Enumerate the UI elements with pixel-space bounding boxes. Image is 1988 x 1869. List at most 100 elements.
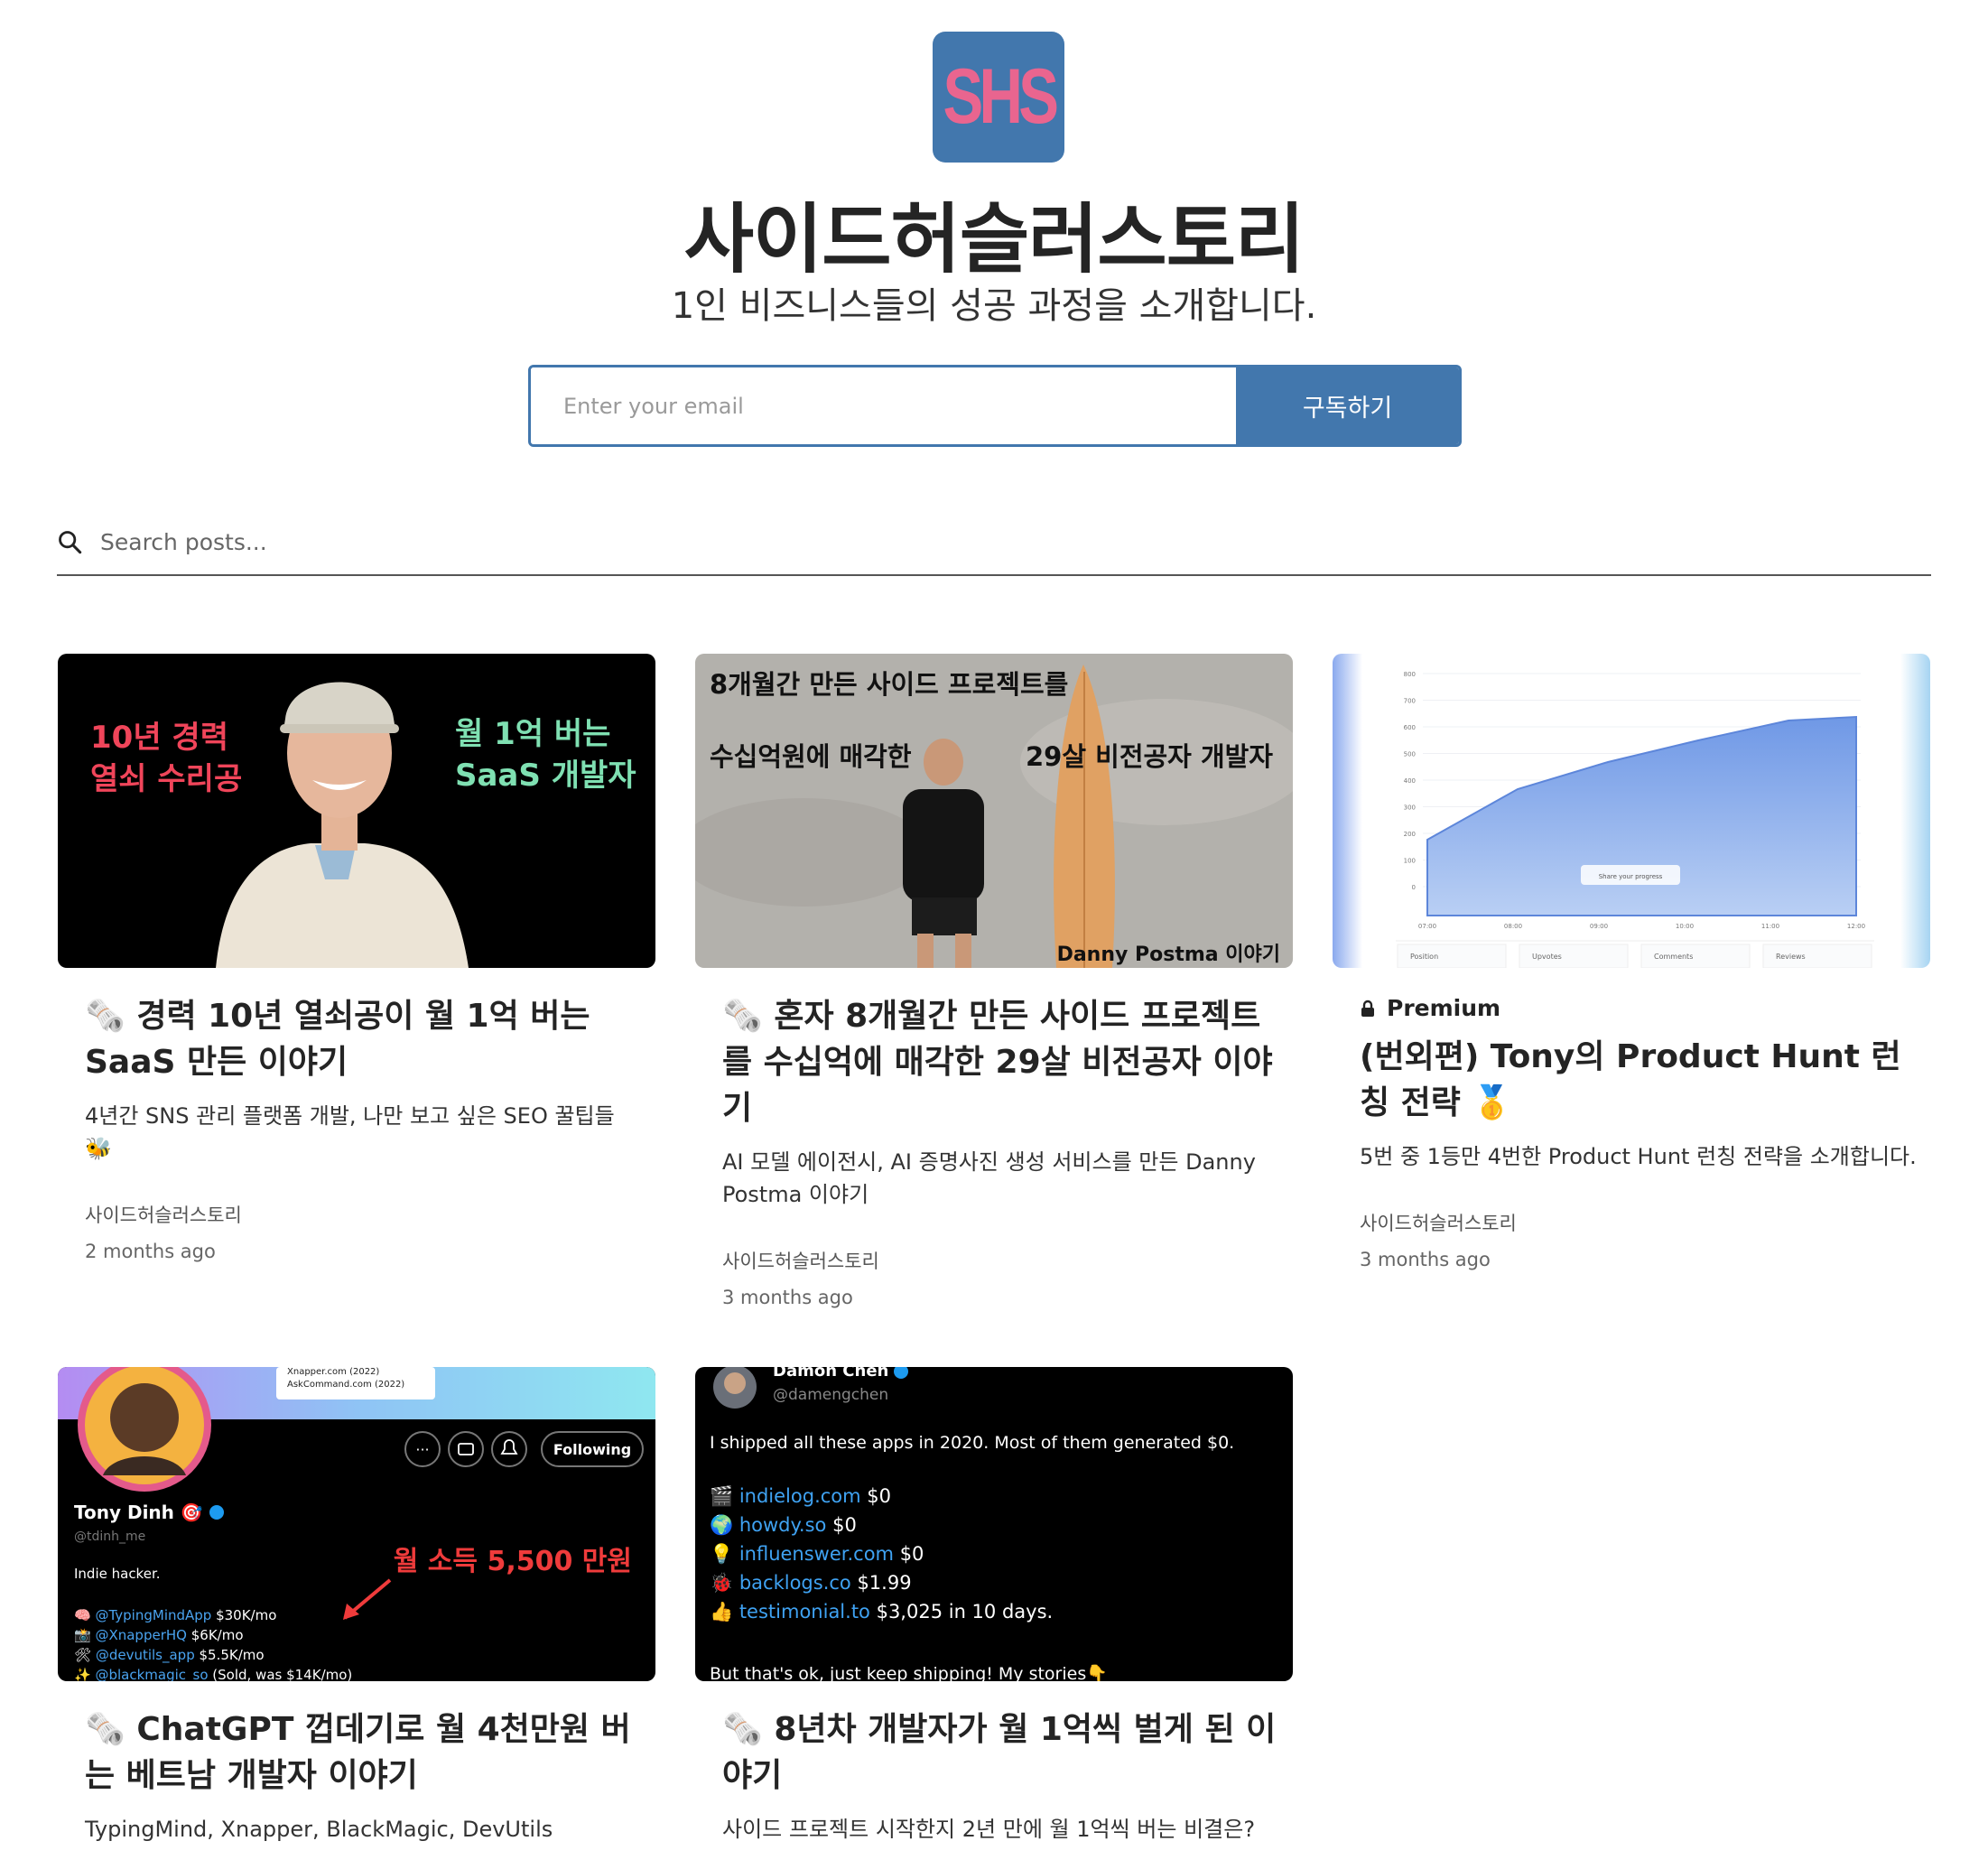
thumb-top-text: 8개월간 만든 사이드 프로젝트를: [710, 669, 1068, 700]
premium-badge: Premium: [1360, 995, 1930, 1021]
chart-y-tick: 0: [1412, 884, 1416, 891]
tweet-author-handle: @damengchen: [773, 1386, 888, 1404]
chart-y-tick: 500: [1404, 751, 1416, 758]
post-time: 2 months ago: [85, 1241, 216, 1262]
post-author[interactable]: 사이드허슬러스토리: [722, 1247, 1293, 1274]
income-value: (Sold, was $14K/mo): [212, 1667, 352, 1681]
site-title: 사이드허슬러스토리: [683, 195, 1305, 284]
thumbnail-image-tweet: Damon Chen @damengchen I shipped all the…: [695, 1367, 1293, 1681]
app-line: 🎬 indielog.com $0: [710, 1484, 891, 1507]
app-value: $0: [900, 1543, 924, 1565]
thumbnail-image-surfboard: 8개월간 만든 사이드 프로젝트를 수십억원에 매각한 29살 비전공자 개발자…: [695, 654, 1293, 968]
income-handle: @blackmagic_so: [95, 1667, 212, 1681]
post-title[interactable]: 🗞️ ChatGPT 껍데기로 월 4천만원 버는 베트남 개발자 이야기: [85, 1706, 645, 1799]
chart-y-tick: 300: [1404, 804, 1416, 812]
income-handle: @devutils_app: [96, 1647, 200, 1664]
income-emoji: 📸: [74, 1627, 95, 1643]
app-value: $0: [832, 1514, 857, 1536]
chart-share-label: Share your progress: [1599, 873, 1663, 880]
thumb-right-text: 29살 비전공자 개발자: [1026, 741, 1273, 772]
post-title[interactable]: (번외편) Tony의 Product Hunt 런칭 전략 🥇: [1360, 1034, 1919, 1126]
thumbnail-image-twitter-profile: Xnapper.com (2022) AskCommand.com (2022)…: [58, 1367, 655, 1681]
chart-tab-label: Position: [1410, 953, 1438, 961]
thumb-right-line2: SaaS 개발자: [455, 758, 636, 794]
income-value: $30K/mo: [216, 1607, 276, 1623]
income-emoji: ✨: [74, 1667, 95, 1681]
app-site: testimonial.to: [739, 1601, 877, 1623]
post-description: 5번 중 1등만 4번한 Product Hunt 런칭 전략을 소개합니다.: [1360, 1144, 1917, 1169]
search-input[interactable]: [98, 527, 915, 556]
app-line: 👍 testimonial.to $3,025 in 10 days.: [710, 1600, 1053, 1623]
site-logo[interactable]: SHS: [933, 32, 1064, 163]
income-line: 📸 @XnapperHQ $6K/mo: [74, 1627, 244, 1643]
tweet-author-name: Damon Chen: [773, 1367, 888, 1381]
note-line-1: Xnapper.com (2022): [287, 1367, 379, 1377]
post-author[interactable]: 사이드허슬러스토리: [1360, 1209, 1930, 1236]
post-time: 3 months ago: [722, 1287, 853, 1308]
thumbnail-image-locksmith: 10년 경력 열쇠 수리공 월 1억 버는 SaaS 개발자: [58, 654, 655, 968]
income-emoji: 🛠: [74, 1647, 96, 1663]
thumb-left-line2: 열쇠 수리공: [90, 761, 242, 797]
chart-y-tick: 200: [1404, 831, 1416, 838]
email-input[interactable]: [531, 367, 1236, 444]
income-line: 🧠 @TypingMindApp $30K/mo: [74, 1607, 276, 1623]
note-line-2: AskCommand.com (2022): [287, 1380, 404, 1390]
post-thumbnail-5[interactable]: Damon Chen @damengchen I shipped all the…: [695, 1367, 1293, 1681]
chart-tab-label: Comments: [1654, 953, 1693, 961]
app-value: $1.99: [857, 1572, 911, 1594]
profile-handle: @tdinh_me: [74, 1530, 145, 1544]
app-value: $3,025 in 10 days.: [877, 1601, 1054, 1623]
post-thumbnail-2[interactable]: 8개월간 만든 사이드 프로젝트를 수십억원에 매각한 29살 비전공자 개발자…: [695, 654, 1293, 968]
post-thumbnail-3[interactable]: 800 700 600 500 400 300 200 100 0 07:00 08:00 09:0…: [1333, 654, 1930, 968]
thumb-right-line1: 월 1억 버는: [455, 716, 610, 752]
post-card-3[interactable]: 800 700 600 500 400 300 200 100 0 07:00 08:00 09:0…: [1333, 654, 1930, 1270]
post-title[interactable]: 🗞️ 혼자 8개월간 만든 사이드 프로젝트를 수십억에 매각한 29살 비전공…: [722, 993, 1282, 1131]
tweet-text: I shipped all these apps in 2020. Most o…: [710, 1433, 1234, 1453]
chart-x-tick: 11:00: [1761, 923, 1779, 930]
chart-tab-label: Upvotes: [1532, 953, 1562, 961]
income-line: 🛠 @devutils_app $5.5K/mo: [74, 1647, 265, 1664]
thumb-left-text: 수십억원에 매각한: [710, 741, 912, 772]
app-site: indielog.com: [739, 1485, 867, 1507]
verified-icon: [209, 1505, 224, 1520]
post-title[interactable]: 🗞️ 8년차 개발자가 월 1억씩 벌게 된 이야기: [722, 1706, 1282, 1799]
app-site: howdy.so: [739, 1514, 832, 1536]
logo-text: SHS: [943, 53, 1059, 140]
income-handle: @TypingMindApp: [95, 1607, 216, 1623]
post-card-4[interactable]: Xnapper.com (2022) AskCommand.com (2022)…: [58, 1367, 655, 1846]
post-thumbnail-4[interactable]: Xnapper.com (2022) AskCommand.com (2022)…: [58, 1367, 655, 1681]
income-value: $5.5K/mo: [199, 1647, 264, 1663]
post-card-2[interactable]: 8개월간 만든 사이드 프로젝트를 수십억원에 매각한 29살 비전공자 개발자…: [695, 654, 1293, 1308]
post-time: 3 months ago: [1360, 1249, 1491, 1270]
app-site: backlogs.co: [739, 1572, 858, 1594]
chart-y-tick: 400: [1404, 777, 1416, 785]
post-card-5[interactable]: Damon Chen @damengchen I shipped all the…: [695, 1367, 1293, 1846]
post-description: 4년간 SNS 관리 플랫폼 개발, 나만 보고 싶은 SEO 꿀팁들 🐝: [85, 1103, 615, 1161]
post-card-1[interactable]: 10년 경력 열쇠 수리공 월 1억 버는 SaaS 개발자 🗞️ 경력 10년…: [58, 654, 655, 1262]
income-line: ✨ @blackmagic_so (Sold, was $14K/mo): [74, 1667, 352, 1681]
subscribe-button[interactable]: 구독하기: [1236, 367, 1459, 444]
chart-x-tick: 10:00: [1676, 923, 1694, 930]
chart-tab-label: Reviews: [1776, 953, 1806, 961]
app-site: influenswer.com: [739, 1543, 900, 1565]
app-emoji: 💡: [710, 1542, 739, 1565]
app-emoji: 👍: [710, 1600, 739, 1623]
site-subtitle: 1인 비즈니스들의 성공 과정을 소개합니다.: [671, 285, 1317, 327]
app-line: 🌍 howdy.so $0: [710, 1513, 857, 1536]
profile-name: Tony Dinh 🎯: [74, 1502, 203, 1523]
post-title[interactable]: 🗞️ 경력 10년 열쇠공이 월 1억 버는 SaaS 만든 이야기: [85, 993, 645, 1085]
income-value: $6K/mo: [191, 1627, 244, 1643]
app-line: 💡 influenswer.com $0: [710, 1542, 924, 1565]
chart-y-tick: 100: [1404, 858, 1416, 865]
following-label: Following: [553, 1441, 631, 1458]
chart-y-tick: 600: [1404, 724, 1416, 731]
app-emoji: 🐞: [710, 1571, 739, 1594]
lock-icon: [1361, 1000, 1374, 1017]
thumb-left-line1: 10년 경력: [90, 720, 228, 756]
income-emoji: 🧠: [74, 1607, 95, 1623]
post-thumbnail-1[interactable]: 10년 경력 열쇠 수리공 월 1억 버는 SaaS 개발자: [58, 654, 655, 968]
svg-text:···: ···: [415, 1441, 429, 1458]
post-author[interactable]: 사이드허슬러스토리: [85, 1201, 655, 1228]
app-emoji: 🎬: [710, 1484, 739, 1507]
chart-y-tick: 700: [1404, 698, 1416, 705]
